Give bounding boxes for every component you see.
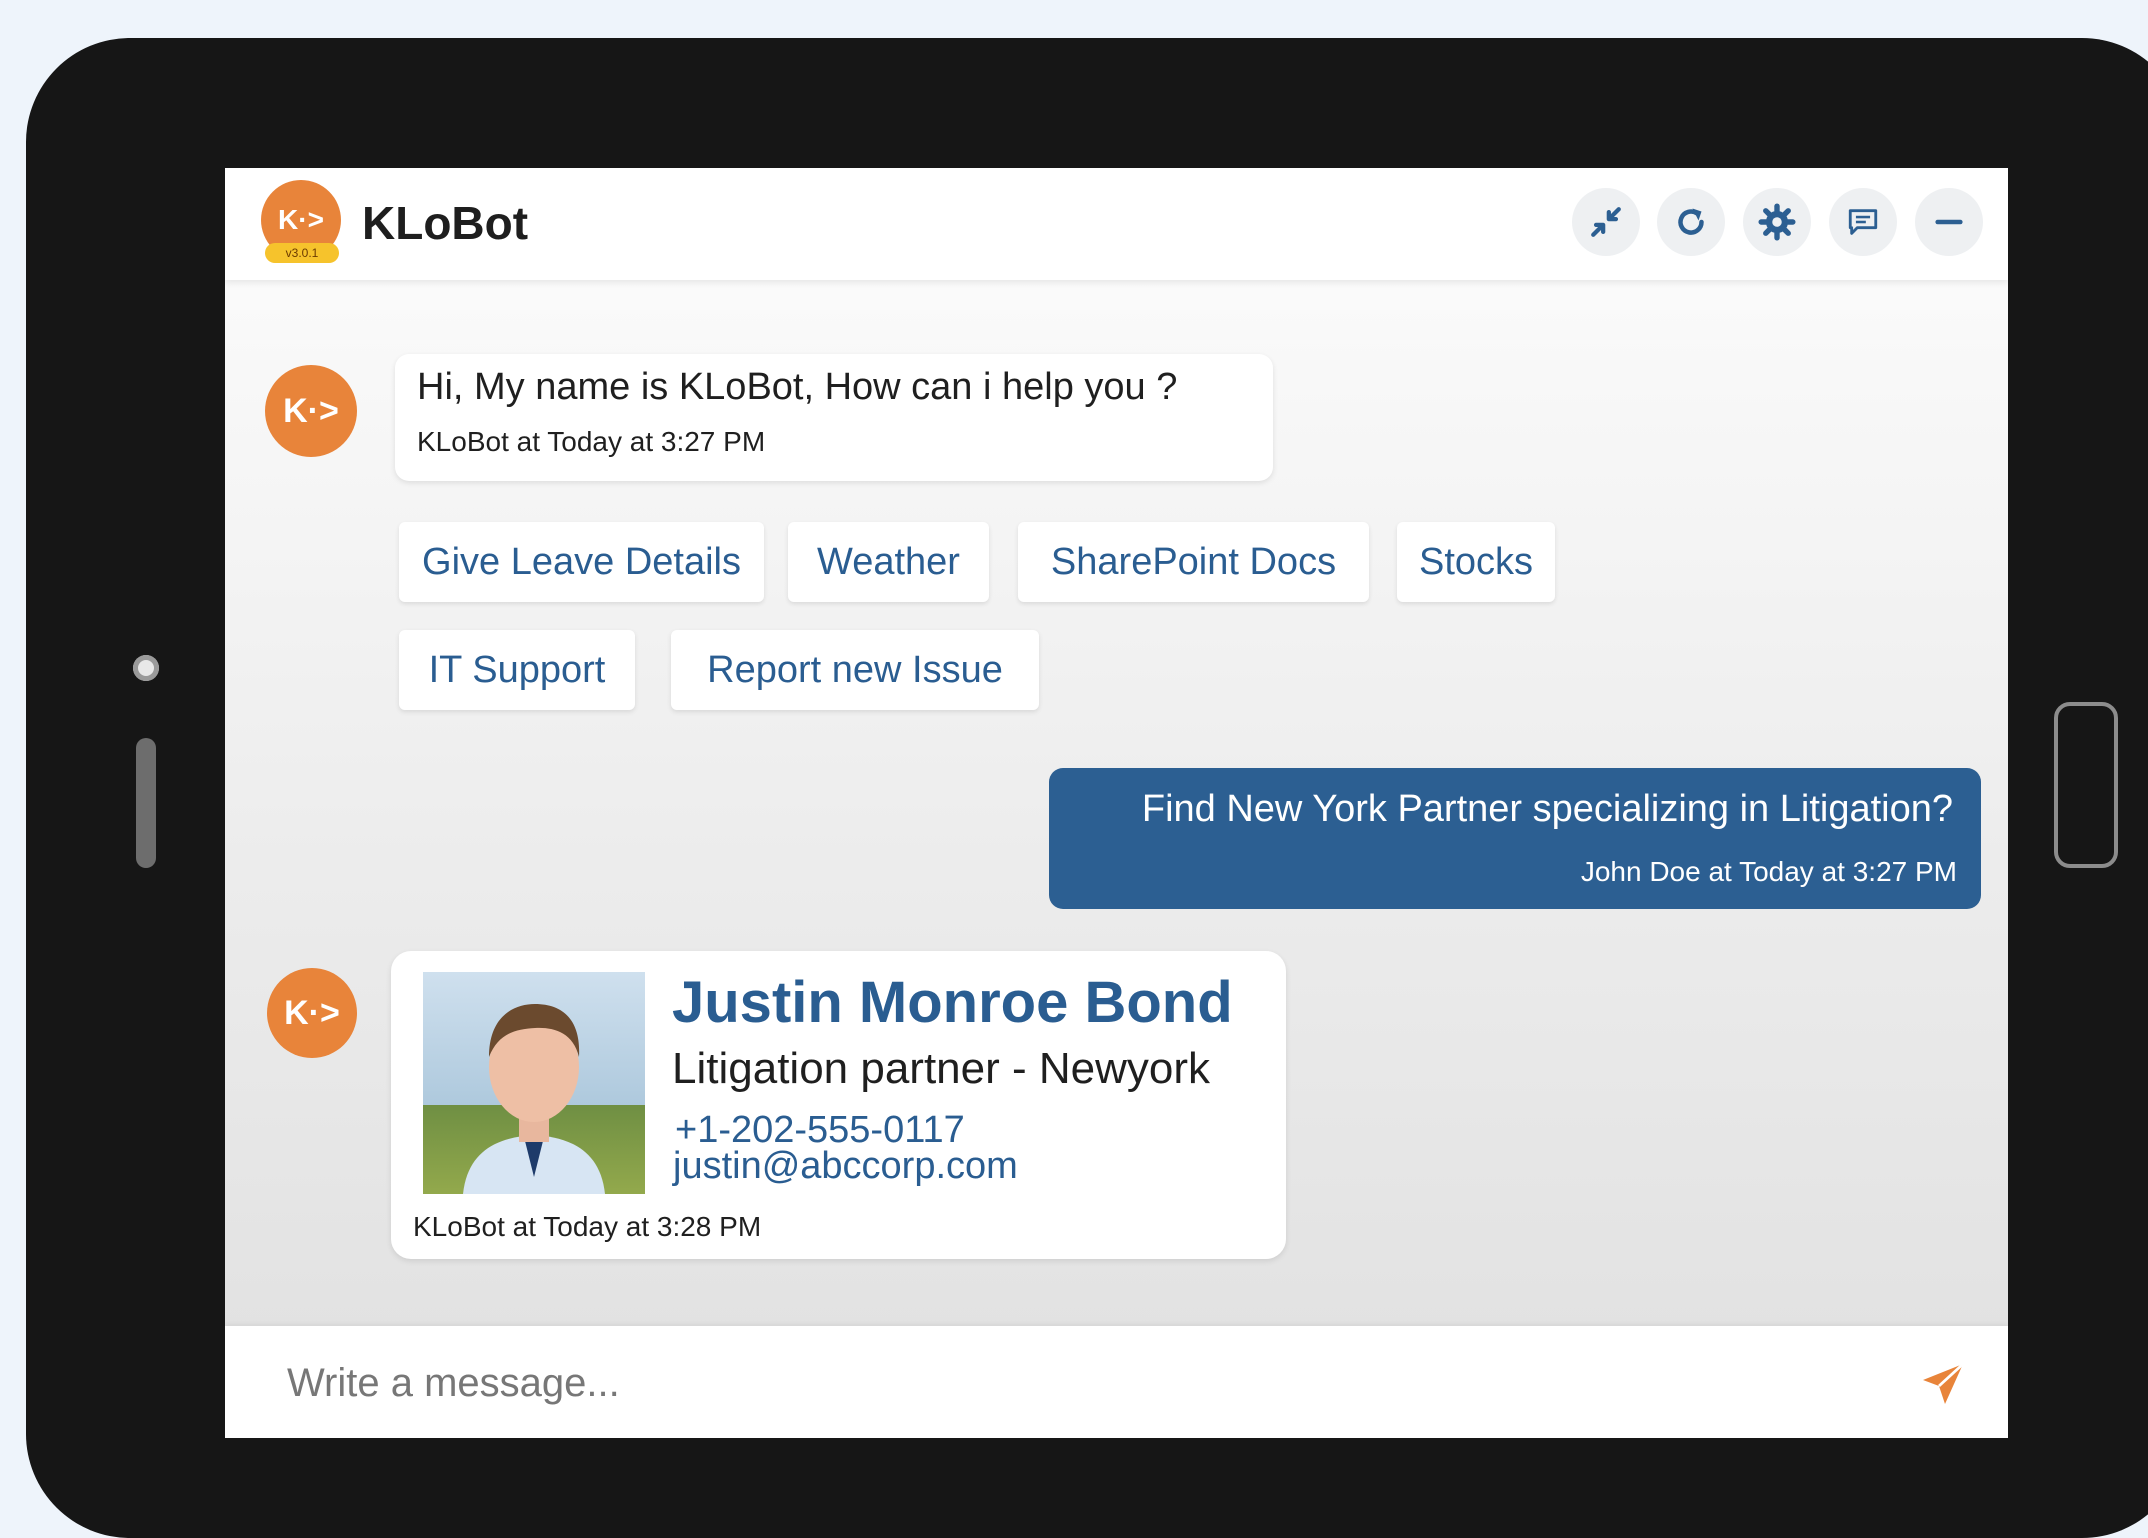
person-portrait	[463, 1004, 605, 1194]
quick-reply-report-issue[interactable]: Report new Issue	[671, 630, 1039, 710]
quick-reply-it-support[interactable]: IT Support	[399, 630, 635, 710]
tablet-frame: K·> v3.0.1 KLoBot K·> Hi, My name is KLo…	[26, 38, 2148, 1538]
bot-avatar-mark: K·>	[283, 391, 339, 430]
contact-photo	[423, 972, 645, 1194]
side-speaker	[136, 738, 156, 868]
message-meta: John Doe at Today at 3:27 PM	[1580, 856, 1957, 887]
chat-window: K·> v3.0.1 KLoBot K·> Hi, My name is KLo…	[225, 168, 2008, 1438]
minimize-button[interactable]	[1915, 188, 1983, 256]
message-meta: KLoBot at Today at 3:28 PM	[413, 1211, 762, 1242]
user-message: Find New York Partner specializing in Li…	[1049, 768, 1981, 909]
contact-card: Justin Monroe Bond Litigation partner - …	[391, 951, 1286, 1259]
message-composer	[225, 1326, 2008, 1438]
minimize-icon	[1935, 219, 1963, 225]
camera	[133, 655, 159, 681]
contact-email[interactable]: justin@abccorp.com	[673, 1145, 1018, 1188]
bot-avatar: K·>	[265, 365, 357, 457]
contact-title: Litigation partner - Newyork	[672, 1044, 1211, 1093]
message-input[interactable]	[285, 1348, 1889, 1418]
message-text: Hi, My name is KLoBot, How can i help yo…	[417, 366, 1178, 408]
chat-header: K·> v3.0.1 KLoBot	[225, 168, 2008, 280]
refresh-icon	[1678, 208, 1704, 235]
refresh-button[interactable]	[1657, 188, 1725, 256]
quick-reply-leave[interactable]: Give Leave Details	[399, 522, 764, 602]
gear-icon	[1758, 203, 1796, 241]
send-icon	[1923, 1362, 1964, 1404]
contact-name: Justin Monroe Bond	[672, 970, 1233, 1035]
message-text: Find New York Partner specializing in Li…	[1141, 788, 1953, 830]
version-badge: v3.0.1	[265, 243, 339, 263]
bot-avatar: K·>	[267, 968, 357, 1058]
settings-button[interactable]	[1743, 188, 1811, 256]
shrink-icon	[1591, 207, 1621, 237]
logo-mark: K·>	[278, 204, 324, 235]
bot-message-greeting: Hi, My name is KLoBot, How can i help yo…	[395, 354, 1273, 481]
quick-reply-weather[interactable]: Weather	[788, 522, 989, 602]
quick-reply-stocks[interactable]: Stocks	[1397, 522, 1555, 602]
message-meta: KLoBot at Today at 3:27 PM	[417, 426, 766, 457]
send-button[interactable]	[1915, 1356, 1971, 1412]
chat-button[interactable]	[1829, 188, 1897, 256]
bot-avatar-mark: K·>	[284, 993, 340, 1032]
chat-icon	[1848, 209, 1878, 235]
home-button[interactable]	[2054, 702, 2118, 868]
shrink-button[interactable]	[1572, 188, 1640, 256]
app-title: KLoBot	[362, 197, 529, 249]
quick-reply-sharepoint[interactable]: SharePoint Docs	[1018, 522, 1369, 602]
